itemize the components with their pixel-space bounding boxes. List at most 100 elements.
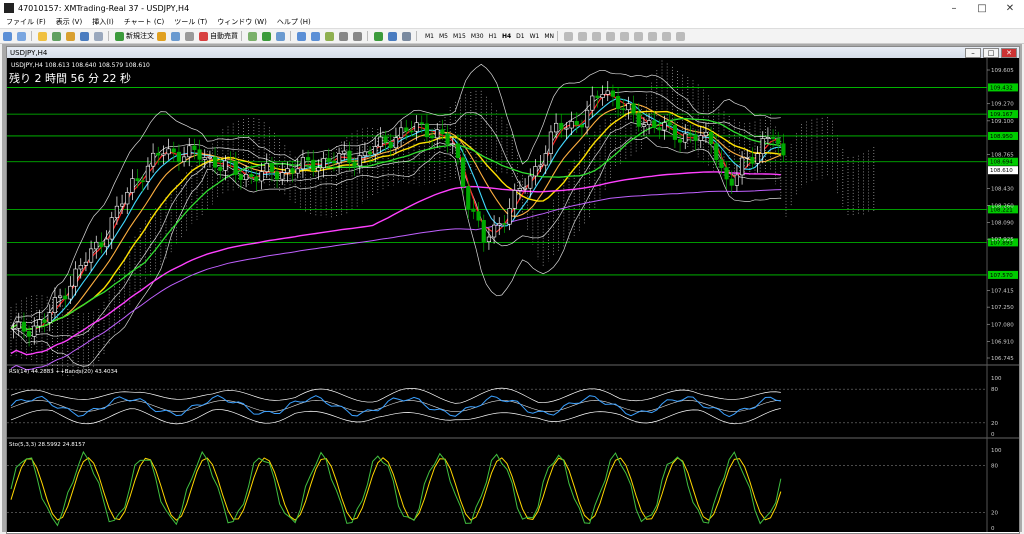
timeframe-m1[interactable]: M1 bbox=[425, 33, 434, 40]
candle-body bbox=[590, 95, 595, 111]
new-chart-icon[interactable] bbox=[3, 31, 12, 41]
candle-body bbox=[512, 190, 517, 209]
close-button[interactable]: ✕ bbox=[996, 3, 1024, 14]
current-price-label: 108.610 bbox=[990, 168, 1013, 174]
candle-body bbox=[42, 319, 47, 323]
menu-help[interactable]: ヘルプ (H) bbox=[277, 17, 311, 27]
candle-body bbox=[367, 151, 373, 155]
scale-label: 107.080 bbox=[991, 322, 1014, 328]
candle-body bbox=[553, 122, 559, 133]
timeframe-d1[interactable]: D1 bbox=[516, 33, 524, 40]
candle-body bbox=[672, 124, 678, 140]
market-watch-icon[interactable] bbox=[38, 31, 47, 41]
mt4-app-icon bbox=[4, 3, 14, 13]
menu-view[interactable]: 表示 (V) bbox=[56, 17, 82, 27]
arrows-icon[interactable] bbox=[676, 31, 686, 41]
candle-body bbox=[683, 133, 688, 143]
candle-body bbox=[703, 131, 709, 136]
menu-file[interactable]: ファイル (F) bbox=[6, 17, 46, 27]
candle-body bbox=[171, 148, 176, 153]
timeframe-m30[interactable]: M30 bbox=[471, 33, 484, 40]
terminal-icon[interactable] bbox=[80, 31, 89, 41]
timeframe-mn[interactable]: MN bbox=[544, 33, 554, 40]
chart-shift-icon[interactable] bbox=[353, 31, 362, 41]
bar-countdown: 残り 2 時間 56 分 22 秒 bbox=[9, 71, 131, 85]
window-title: 47010157: XMTrading-Real 37 - USDJPY,H4 bbox=[18, 3, 190, 13]
data-window-icon[interactable] bbox=[52, 31, 61, 41]
candle-body bbox=[311, 159, 316, 172]
menu-window[interactable]: ウィンドウ (W) bbox=[217, 17, 267, 27]
candle-body bbox=[745, 157, 750, 159]
trendline-icon[interactable] bbox=[620, 31, 630, 41]
candle-body bbox=[280, 172, 285, 180]
profiles-icon[interactable] bbox=[17, 31, 26, 41]
chart-minimize-button[interactable]: – bbox=[965, 47, 981, 58]
zoom-out-icon[interactable] bbox=[311, 31, 320, 41]
candle-body bbox=[326, 158, 331, 162]
tile-windows-icon[interactable] bbox=[325, 31, 334, 41]
candle-body bbox=[342, 150, 347, 154]
candle-body bbox=[352, 162, 357, 167]
candle-body bbox=[698, 135, 703, 141]
indicators-icon[interactable] bbox=[374, 31, 383, 41]
candle-body bbox=[409, 130, 414, 133]
candle-body bbox=[636, 112, 641, 127]
candle-body bbox=[719, 159, 724, 168]
auto-scroll-icon[interactable] bbox=[339, 31, 348, 41]
metaeditor-icon[interactable] bbox=[157, 31, 166, 41]
menu-insert[interactable]: 挿入(I) bbox=[92, 17, 114, 27]
menu-tools[interactable]: ツール (T) bbox=[174, 17, 207, 27]
candlestick-icon[interactable] bbox=[262, 31, 271, 41]
candle-body bbox=[99, 241, 104, 248]
horizontal-line-icon[interactable] bbox=[606, 31, 616, 41]
candle-body bbox=[207, 156, 212, 159]
vertical-line-icon[interactable] bbox=[592, 31, 602, 41]
candle-body bbox=[213, 156, 218, 168]
periods-icon[interactable] bbox=[388, 31, 397, 41]
cursor-icon[interactable] bbox=[564, 31, 574, 41]
text-tool-icon[interactable] bbox=[662, 31, 672, 41]
line-chart-icon[interactable] bbox=[276, 31, 285, 41]
candle-body bbox=[176, 151, 181, 162]
fibonacci-icon[interactable] bbox=[648, 31, 658, 41]
candle-body bbox=[476, 211, 481, 221]
templates-icon[interactable] bbox=[402, 31, 411, 41]
tester-icon[interactable] bbox=[94, 31, 103, 41]
candle-body bbox=[781, 143, 786, 156]
crosshair-icon[interactable] bbox=[578, 31, 588, 41]
candle-body bbox=[517, 188, 522, 191]
candle-body bbox=[140, 180, 145, 183]
zoom-in-icon[interactable] bbox=[297, 31, 306, 41]
chart-close-button[interactable]: ✕ bbox=[1001, 47, 1017, 58]
candle-body bbox=[631, 103, 636, 114]
new-order-button[interactable]: 新規注文 bbox=[115, 31, 154, 41]
autotrade-button[interactable]: 自動売買 bbox=[199, 31, 238, 41]
timeframe-w1[interactable]: W1 bbox=[530, 33, 540, 40]
timeframe-m5[interactable]: M5 bbox=[439, 33, 448, 40]
navigator-icon[interactable] bbox=[66, 31, 75, 41]
level-label: 108.694 bbox=[990, 160, 1013, 166]
candle-body bbox=[357, 155, 362, 167]
candle-body bbox=[559, 122, 564, 130]
candle-body bbox=[579, 124, 585, 128]
candle-body bbox=[37, 319, 42, 327]
timeframe-h1[interactable]: H1 bbox=[489, 33, 497, 40]
candle-body bbox=[223, 160, 228, 171]
menu-chart[interactable]: チャート (C) bbox=[124, 17, 165, 27]
signals-icon[interactable] bbox=[185, 31, 194, 41]
maximize-button[interactable]: □ bbox=[968, 3, 996, 14]
chart-canvas[interactable]: 109.432109.167108.950108.694108.221107.8… bbox=[7, 58, 1019, 532]
candle-body bbox=[295, 168, 300, 174]
candle-body bbox=[321, 158, 326, 168]
rsi-scale-label: 20 bbox=[991, 421, 998, 427]
strategy-icon[interactable] bbox=[171, 31, 180, 41]
chart-maximize-button[interactable]: □ bbox=[983, 47, 999, 58]
timeframe-m15[interactable]: M15 bbox=[453, 33, 466, 40]
equidistant-channel-icon[interactable] bbox=[634, 31, 644, 41]
candle-body bbox=[626, 103, 631, 111]
timeframe-h4[interactable]: H4 bbox=[502, 33, 511, 40]
minimize-button[interactable]: – bbox=[940, 3, 968, 14]
candle-body bbox=[114, 205, 119, 218]
bar-chart-icon[interactable] bbox=[248, 31, 257, 41]
candle-body bbox=[202, 157, 207, 160]
